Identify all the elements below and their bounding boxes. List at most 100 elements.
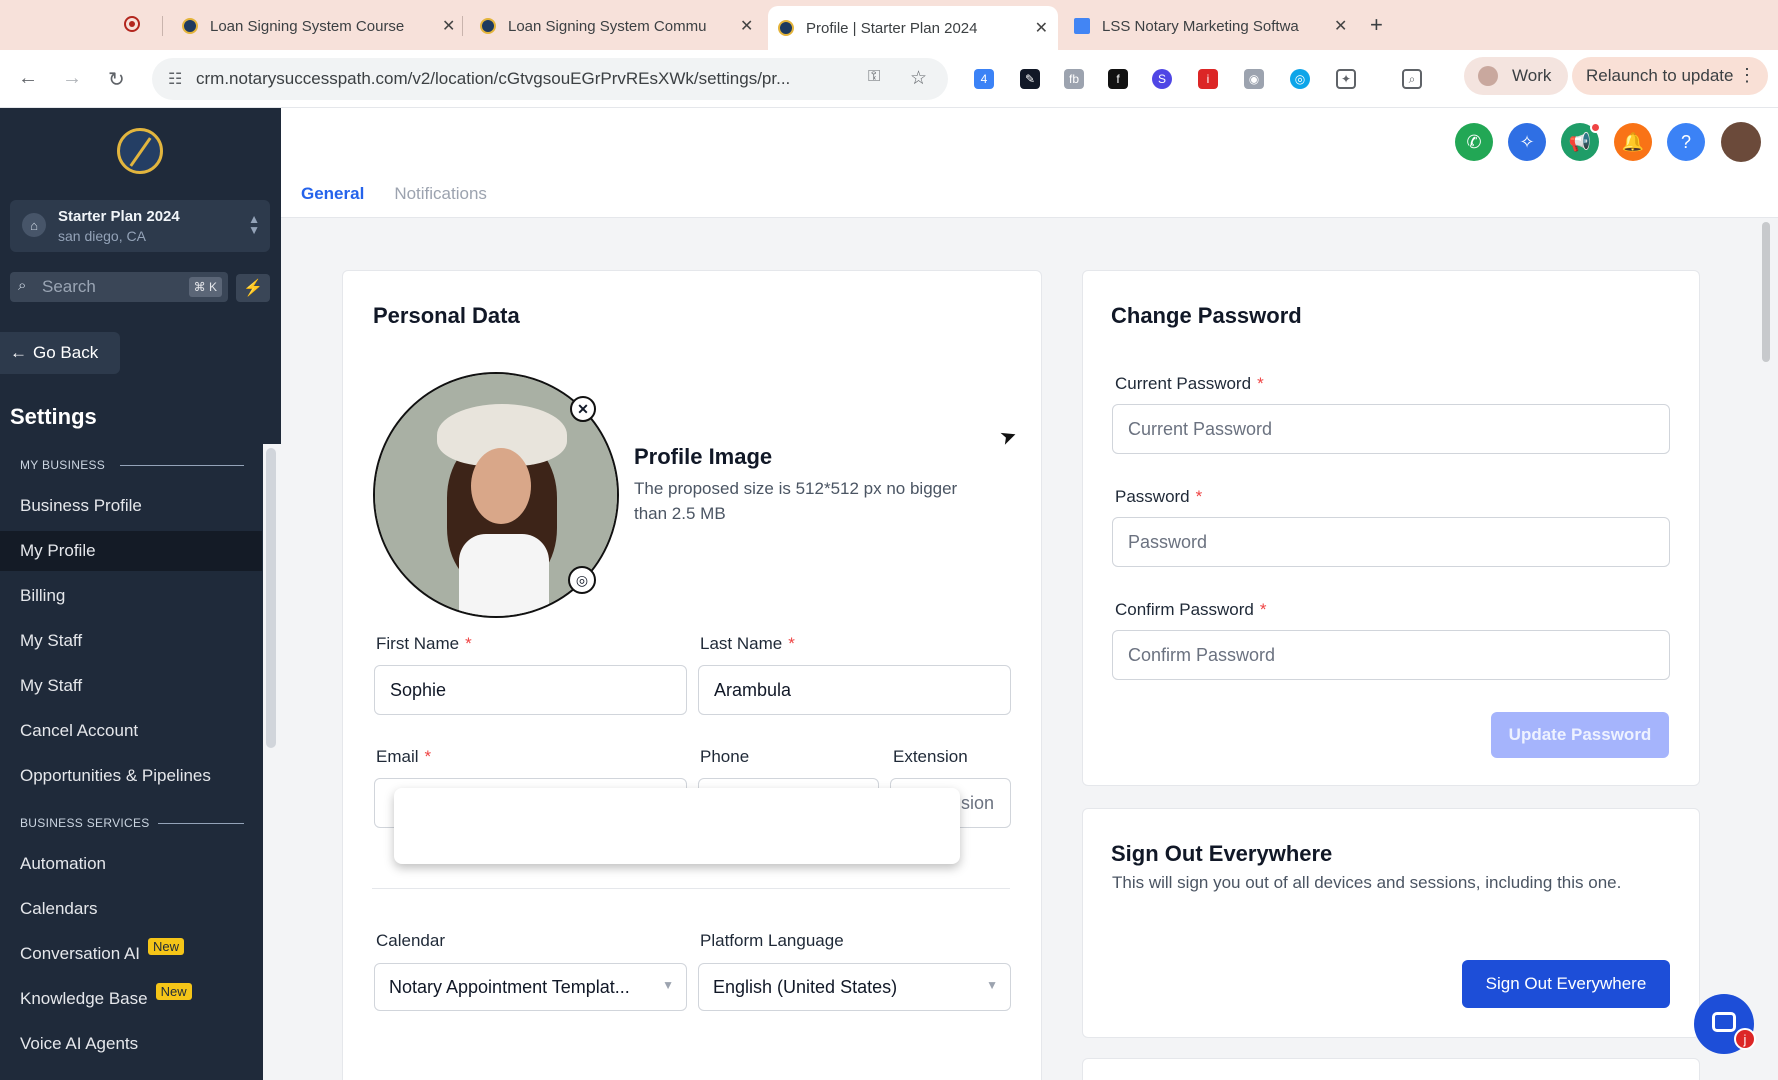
sidebar-item-calendars[interactable]: Calendars — [0, 889, 262, 929]
reload-icon[interactable]: ↻ — [108, 67, 125, 92]
first-name-field[interactable]: Sophie — [374, 665, 687, 715]
new-badge: New — [155, 982, 192, 1000]
main-scrollbar[interactable] — [1762, 222, 1770, 362]
go-back-button[interactable]: ← Go Back — [0, 332, 120, 374]
section-divider — [372, 888, 1010, 889]
sidebar-item-my-staff[interactable]: My Staff — [0, 666, 262, 706]
relaunch-button[interactable]: Relaunch to update ⋮ — [1572, 57, 1768, 95]
password-field[interactable]: Password — [1112, 517, 1670, 567]
extension-icon[interactable]: S — [1152, 69, 1172, 89]
sidebar-item-voice-ai-agents[interactable]: Voice AI Agents — [0, 1024, 262, 1064]
close-icon[interactable]: ✕ — [442, 16, 455, 36]
back-arrow-icon[interactable]: ← — [18, 67, 38, 90]
sidebar-item-business-profile[interactable]: Business Profile — [0, 486, 262, 526]
new-tab-button[interactable]: + — [1370, 12, 1383, 38]
sidebar-item-opportunities[interactable]: Opportunities & Pipelines — [0, 756, 262, 796]
sidebar-search[interactable]: ⌕ Search ⌘ K — [10, 272, 228, 302]
forward-arrow-icon[interactable]: → — [62, 67, 82, 90]
required-mark: * — [788, 634, 795, 653]
sidebar-item-my-profile[interactable]: My Profile — [0, 531, 262, 571]
current-password-label: Current Password * — [1115, 374, 1264, 394]
sidebar-item-label: Conversation AI — [20, 944, 141, 963]
extension-icon[interactable]: fb — [1064, 69, 1084, 89]
chat-badge: j — [1734, 1028, 1756, 1050]
help-icon[interactable]: ? — [1667, 123, 1705, 161]
extension-icon[interactable]: 4 — [974, 69, 994, 89]
camera-icon[interactable]: ◎ — [568, 566, 596, 594]
confirm-password-label: Confirm Password * — [1115, 600, 1267, 620]
last-name-field[interactable]: Arambula — [698, 665, 1011, 715]
close-icon[interactable]: ✕ — [740, 16, 753, 36]
tab-search-icon[interactable]: ⌕ — [1402, 69, 1422, 89]
browser-tab-profile[interactable]: Profile | Starter Plan 2024 ✕ — [768, 6, 1058, 50]
calendar-label: Calendar — [376, 931, 445, 950]
location-switcher[interactable]: ⌂ Starter Plan 2024 san diego, CA ▲ ▼ — [10, 200, 270, 252]
card-title: Sign Out Everywhere — [1111, 841, 1333, 866]
more-menu-icon[interactable]: ⋮ — [1738, 65, 1756, 86]
chat-widget-button[interactable]: j — [1694, 994, 1756, 1054]
language-select[interactable]: English (United States) ▼ — [698, 963, 1011, 1011]
current-password-field[interactable]: Current Password — [1112, 404, 1670, 454]
bookmark-star-icon[interactable]: ☆ — [910, 67, 927, 90]
tab-separator — [462, 16, 463, 36]
site-settings-icon[interactable]: ☷ — [168, 69, 182, 89]
required-mark: * — [1257, 374, 1264, 393]
update-password-button[interactable]: Update Password — [1491, 712, 1669, 758]
browser-tab-marketing[interactable]: LSS Notary Marketing Softwa ✕ — [1064, 8, 1357, 44]
sidebar-item-automation[interactable]: Automation — [0, 844, 262, 884]
address-bar[interactable]: ☷ crm.notarysuccesspath.com/v2/location/… — [152, 58, 948, 100]
confirm-password-field[interactable]: Confirm Password — [1112, 630, 1670, 680]
settings-tabs: General Notifications — [301, 184, 487, 204]
password-key-icon[interactable]: ⚿ — [868, 68, 880, 86]
remove-image-icon[interactable]: ✕ — [570, 396, 596, 422]
sidebar-item-conversation-ai[interactable]: Conversation AI New — [0, 934, 262, 974]
sidebar-item-knowledge-base[interactable]: Knowledge Base New — [0, 979, 262, 1019]
bell-icon[interactable]: 🔔 — [1614, 123, 1652, 161]
browser-tab-community[interactable]: Loan Signing System Commu ✕ — [470, 8, 763, 44]
section-business-services: BUSINESS SERVICES — [20, 816, 244, 830]
tab-general[interactable]: General — [301, 184, 364, 204]
sidebar-item-label: Business Profile — [20, 496, 142, 515]
close-icon[interactable]: ✕ — [1334, 16, 1347, 36]
go-back-label: Go Back — [33, 343, 99, 362]
profile-name: Work — [1512, 66, 1552, 85]
sidebar-scrollbar[interactable] — [266, 448, 276, 748]
close-icon[interactable]: ✕ — [1035, 18, 1048, 38]
chat-icon — [1712, 1012, 1736, 1032]
label-text: Current Password — [1115, 374, 1252, 393]
label-text: Confirm Password — [1115, 600, 1254, 619]
sidebar-item-label: Calendars — [20, 899, 98, 918]
recording-icon[interactable] — [124, 16, 140, 32]
profile-chip[interactable]: Work — [1464, 57, 1568, 95]
tab-notifications[interactable]: Notifications — [394, 184, 487, 204]
extension-icon[interactable]: i — [1198, 69, 1218, 89]
autofill-popup[interactable] — [394, 788, 960, 864]
camera-extension-icon[interactable]: ◉ — [1244, 69, 1264, 89]
browser-tab-course[interactable]: Loan Signing System Course ✕ — [172, 8, 465, 44]
sparkle-icon[interactable]: ✧ — [1508, 123, 1546, 161]
sidebar: ⌂ Starter Plan 2024 san diego, CA ▲ ▼ ⌕ S… — [0, 108, 281, 1080]
extension-icon[interactable]: ◎ — [1290, 69, 1310, 89]
relaunch-label: Relaunch to update — [1586, 66, 1734, 85]
extension-icon[interactable]: f — [1108, 69, 1128, 89]
calendar-select[interactable]: Notary Appointment Templat... ▼ — [374, 963, 687, 1011]
sign-out-everywhere-button[interactable]: Sign Out Everywhere — [1462, 960, 1670, 1008]
notification-dot — [1590, 122, 1601, 133]
extension-icon[interactable]: ✎ — [1020, 69, 1040, 89]
url-text: crm.notarysuccesspath.com/v2/location/cG… — [196, 69, 791, 88]
photo-face — [471, 448, 531, 524]
phone-icon[interactable]: ✆ — [1455, 123, 1493, 161]
sidebar-item-label: My Profile — [20, 541, 96, 560]
quick-actions-bolt-icon[interactable]: ⚡ — [236, 274, 270, 302]
sidebar-item-my-staff[interactable]: My Staff — [0, 621, 262, 661]
extensions-puzzle-icon[interactable]: ✦ — [1336, 69, 1356, 89]
sidebar-item-cancel-account[interactable]: Cancel Account — [0, 711, 262, 751]
tab-title: Loan Signing System Course — [210, 17, 405, 35]
photo-top — [459, 534, 549, 616]
user-avatar[interactable] — [1721, 122, 1761, 162]
megaphone-icon[interactable]: 📢 — [1561, 122, 1601, 161]
last-name-label: Last Name * — [700, 634, 795, 654]
sidebar-item-label: Knowledge Base — [20, 989, 148, 1008]
sidebar-item-billing[interactable]: Billing — [0, 576, 262, 616]
sidebar-item-label: Cancel Account — [20, 721, 139, 740]
